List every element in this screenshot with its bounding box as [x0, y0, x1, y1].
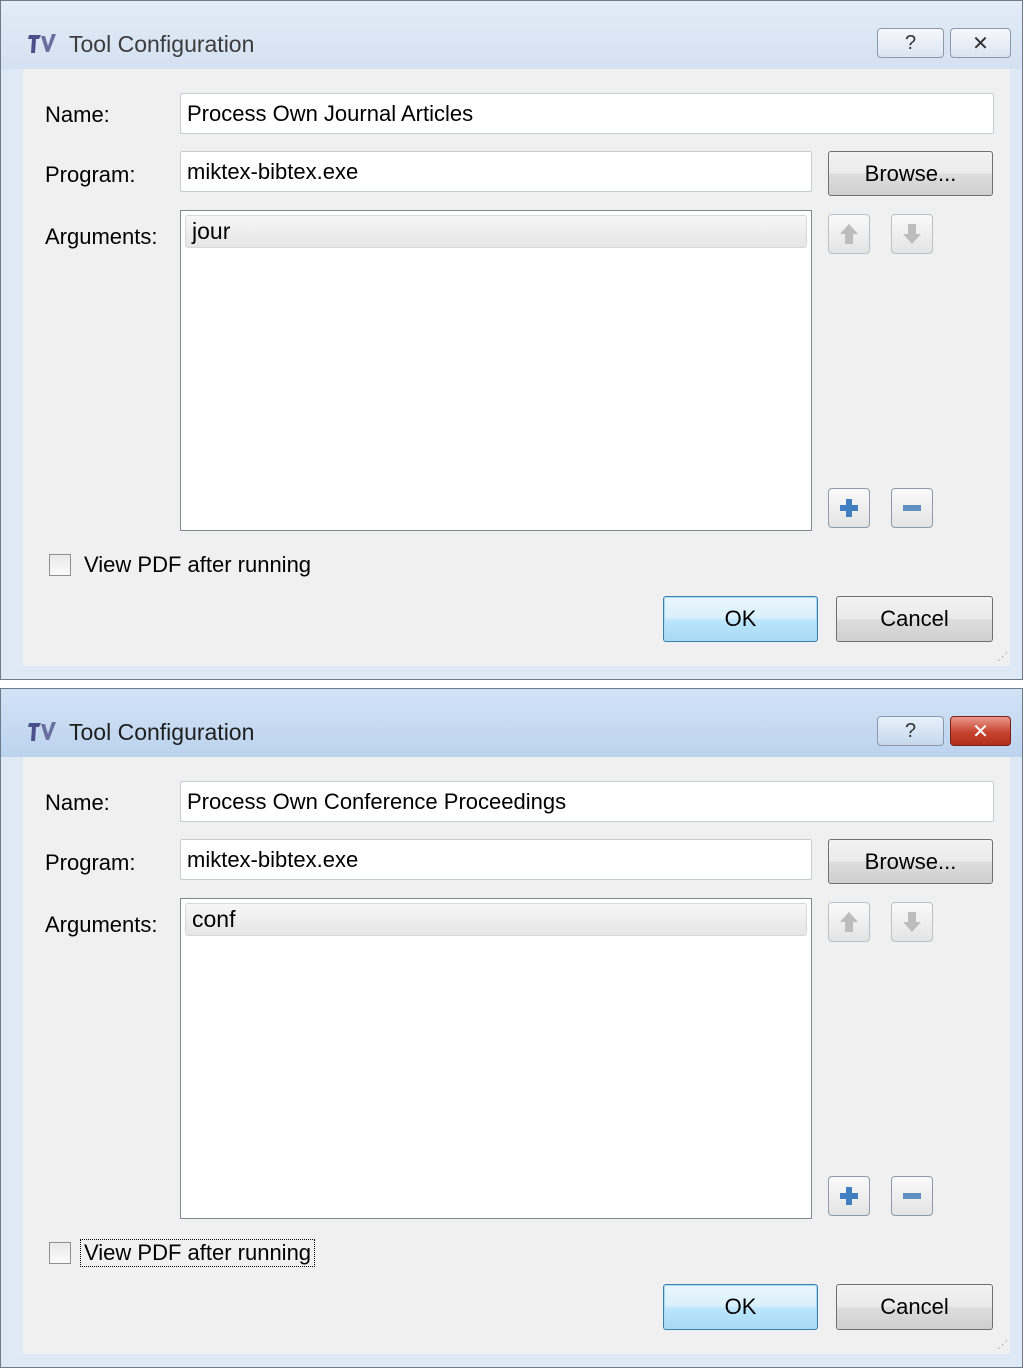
arrow-down-icon: [903, 224, 921, 244]
name-label: Name:: [45, 790, 110, 815]
minus-icon: [903, 505, 921, 511]
arguments-list[interactable]: conf: [180, 898, 812, 1219]
help-button[interactable]: ?: [877, 28, 944, 58]
help-button[interactable]: ?: [877, 716, 944, 746]
resize-grip-icon[interactable]: ⋰: [994, 650, 1008, 664]
add-argument-button[interactable]: [828, 488, 870, 528]
tool-configuration-dialog: Tool Configuration ? ✕ Name: Process Own…: [0, 0, 1023, 680]
arrow-up-icon: [840, 912, 858, 932]
close-button[interactable]: ✕: [950, 28, 1011, 58]
cancel-button[interactable]: Cancel: [836, 1284, 993, 1330]
arguments-label: Arguments:: [45, 224, 158, 249]
browse-button[interactable]: Browse...: [828, 839, 993, 884]
argument-item[interactable]: jour: [185, 215, 807, 248]
remove-argument-button[interactable]: [891, 1176, 933, 1216]
close-button[interactable]: ✕: [950, 716, 1011, 746]
name-field[interactable]: Process Own Conference Proceedings: [180, 781, 994, 822]
plus-icon: [840, 499, 858, 517]
title-bar[interactable]: Tool Configuration ? ✕: [1, 689, 1022, 757]
app-icon: [28, 722, 56, 741]
name-field[interactable]: Process Own Journal Articles: [180, 93, 994, 134]
app-icon: [28, 34, 56, 53]
move-down-button[interactable]: [891, 902, 933, 942]
plus-icon: [840, 1187, 858, 1205]
move-up-button[interactable]: [828, 214, 870, 254]
cancel-button[interactable]: Cancel: [836, 596, 993, 642]
view-pdf-checkbox[interactable]: [49, 1242, 71, 1264]
move-down-button[interactable]: [891, 214, 933, 254]
program-field[interactable]: miktex-bibtex.exe: [180, 151, 812, 192]
title-bar[interactable]: Tool Configuration ? ✕: [1, 1, 1022, 69]
dialog-body: Name: Process Own Conference Proceedings…: [23, 757, 1010, 1354]
dialog-title: Tool Configuration: [69, 31, 255, 57]
program-field[interactable]: miktex-bibtex.exe: [180, 839, 812, 880]
name-label: Name:: [45, 102, 110, 127]
help-icon: ?: [904, 31, 917, 54]
view-pdf-checkbox[interactable]: [49, 554, 71, 576]
arrow-up-icon: [840, 224, 858, 244]
program-label: Program:: [45, 850, 136, 875]
dialog-title: Tool Configuration: [69, 719, 255, 745]
view-pdf-label[interactable]: View PDF after running: [81, 552, 314, 578]
add-argument-button[interactable]: [828, 1176, 870, 1216]
close-icon: ✕: [972, 720, 989, 743]
view-pdf-label[interactable]: View PDF after running: [79, 1239, 316, 1267]
help-icon: ?: [904, 719, 917, 742]
ok-button[interactable]: OK: [663, 1284, 818, 1330]
tool-configuration-dialog: Tool Configuration ? ✕ Name: Process Own…: [0, 688, 1023, 1368]
argument-item[interactable]: conf: [185, 903, 807, 936]
browse-button[interactable]: Browse...: [828, 151, 993, 196]
minus-icon: [903, 1193, 921, 1199]
arrow-down-icon: [903, 912, 921, 932]
move-up-button[interactable]: [828, 902, 870, 942]
close-icon: ✕: [972, 32, 989, 55]
program-label: Program:: [45, 162, 136, 187]
arguments-list[interactable]: jour: [180, 210, 812, 531]
ok-button[interactable]: OK: [663, 596, 818, 642]
remove-argument-button[interactable]: [891, 488, 933, 528]
arguments-label: Arguments:: [45, 912, 158, 937]
resize-grip-icon[interactable]: ⋰: [994, 1338, 1008, 1352]
dialog-body: Name: Process Own Journal Articles Progr…: [23, 69, 1010, 666]
